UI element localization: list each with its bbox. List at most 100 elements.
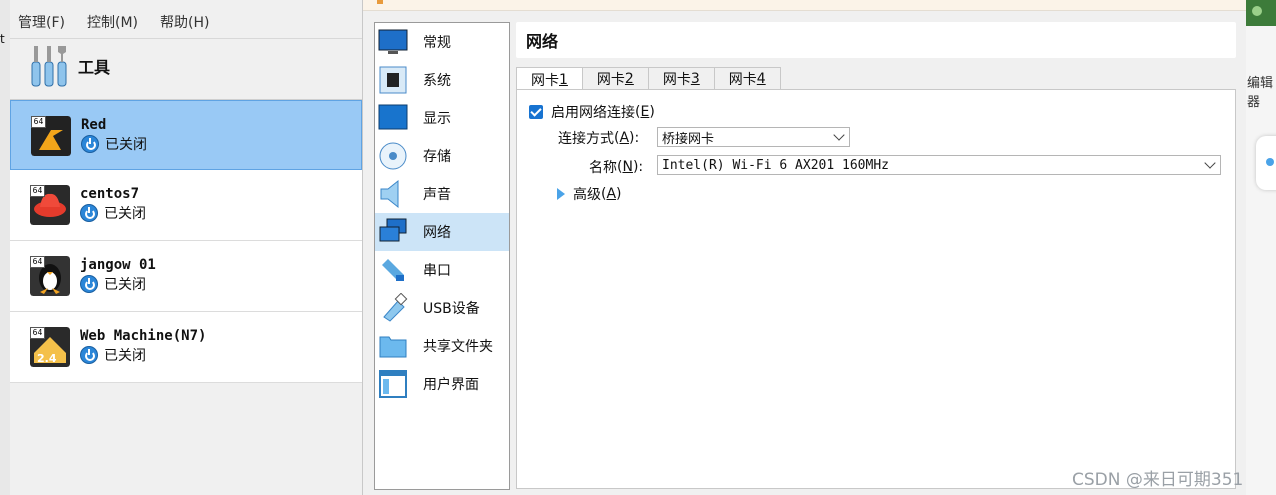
chevron-down-icon xyxy=(1204,157,1216,169)
adapter-name-value: Intel(R) Wi-Fi 6 AX201 160MHz xyxy=(662,157,889,173)
attach-mode-label: 连接方式 xyxy=(558,131,614,147)
category-user-interface[interactable]: 用户界面 xyxy=(375,365,509,403)
adapter-tabs: 网卡 1 网卡 2 网卡 3 网卡 4 xyxy=(516,67,781,91)
tools-icon xyxy=(31,46,67,87)
vm-list: 64 Red 已关闭 64 centos7 已关闭 64 jangow 01 已… xyxy=(10,99,362,383)
category-system[interactable]: 系统 xyxy=(375,61,509,99)
tab-label: 网卡 xyxy=(728,72,757,88)
disk-icon xyxy=(379,142,407,170)
settings-page: 网络 网卡 1 网卡 2 网卡 3 网卡 4 启用网络连接(E) 连接方式(A)… xyxy=(516,22,1236,489)
category-label: 常规 xyxy=(423,35,451,51)
chevron-down-icon xyxy=(833,129,845,141)
enable-network-accel: E xyxy=(640,104,650,120)
tab-accel: 4 xyxy=(756,71,766,87)
attach-mode-value: 桥接网卡 xyxy=(662,131,715,147)
advanced-label: 高级 xyxy=(573,187,601,203)
display-icon xyxy=(378,104,408,130)
tools-item[interactable]: 工具 xyxy=(30,44,110,88)
adapter-name-select[interactable]: Intel(R) Wi-Fi 6 AX201 160MHz xyxy=(657,155,1221,175)
floating-side-button[interactable] xyxy=(1256,136,1276,190)
tab-accel: 2 xyxy=(624,71,634,87)
watermark: CSDN @来日可期351 xyxy=(1072,470,1244,490)
adapter-name-accel: N xyxy=(622,159,633,175)
folder-icon xyxy=(379,336,407,358)
category-label: 串口 xyxy=(423,263,451,279)
advanced-toggle[interactable]: 高级(A) xyxy=(557,184,622,204)
category-label: 声音 xyxy=(423,187,451,203)
power-off-icon xyxy=(80,204,98,222)
category-label: 存储 xyxy=(423,149,451,165)
category-display[interactable]: 显示 xyxy=(375,99,509,137)
network-icon xyxy=(379,218,407,242)
vm-state: 已关闭 xyxy=(80,274,146,294)
tab-accel: 3 xyxy=(690,71,700,87)
vm-name: Web Machine(N7) xyxy=(80,328,207,344)
usb-icon xyxy=(383,293,408,322)
vm-state: 已关闭 xyxy=(81,134,147,154)
tab-accel: 1 xyxy=(559,71,568,88)
tab-adapter-1[interactable]: 网卡 1 xyxy=(516,67,583,91)
expand-arrow-icon xyxy=(557,188,565,200)
menu-manage[interactable]: 管理(F) xyxy=(18,8,65,38)
left-window-edge: t xyxy=(0,0,10,495)
window-icon xyxy=(379,370,407,398)
vm-name: centos7 xyxy=(80,186,140,202)
vm-item-centos7[interactable]: 64 centos7 已关闭 xyxy=(10,170,362,241)
category-storage[interactable]: 存储 xyxy=(375,137,509,175)
settings-dialog: 常规 系统 显示 存储 声音 网络 串口 USB设备 共享文件夹 用户界面 网络… xyxy=(362,0,1247,495)
menu-control[interactable]: 控制(M) xyxy=(87,8,138,38)
settings-category-list: 常规 系统 显示 存储 声音 网络 串口 USB设备 共享文件夹 用户界面 xyxy=(374,22,510,490)
tab-label: 网卡 xyxy=(662,72,691,88)
category-label: 系统 xyxy=(423,73,451,89)
arch-64-badge: 64 xyxy=(30,256,45,268)
category-network[interactable]: 网络 xyxy=(375,213,509,251)
enable-network-row[interactable]: 启用网络连接(E) xyxy=(529,102,655,122)
chip-icon xyxy=(379,66,407,94)
vm-name: Red xyxy=(81,117,107,133)
speaker-icon xyxy=(380,179,399,209)
power-off-icon xyxy=(80,275,98,293)
adapter-panel: 启用网络连接(E) 连接方式(A): 桥接网卡 名称(N): Intel(R) … xyxy=(516,89,1236,489)
menu-separator xyxy=(10,38,362,39)
category-label: 用户界面 xyxy=(423,377,479,393)
attach-mode-row: 连接方式(A): xyxy=(558,130,640,147)
category-usb[interactable]: USB设备 xyxy=(375,289,509,327)
page-title: 网络 xyxy=(516,22,1236,58)
category-label: 网络 xyxy=(423,225,451,241)
arch-64-badge: 64 xyxy=(31,116,46,128)
arch-64-badge: 64 xyxy=(30,185,45,197)
background-window-text: 编辑器 xyxy=(1247,76,1274,110)
vm-item-red[interactable]: 64 Red 已关闭 xyxy=(10,100,362,170)
menu-bar: 管理(F) 控制(M) 帮助(H) xyxy=(0,8,209,38)
vm-state: 已关闭 xyxy=(80,345,146,365)
enable-network-checkbox[interactable] xyxy=(529,105,543,119)
category-label: USB设备 xyxy=(423,301,480,317)
category-serial[interactable]: 串口 xyxy=(375,251,509,289)
attach-mode-select[interactable]: 桥接网卡 xyxy=(657,127,850,147)
dialog-app-icon xyxy=(377,0,383,4)
tab-adapter-2[interactable]: 网卡 2 xyxy=(581,67,649,90)
power-off-icon xyxy=(80,346,98,364)
vm-state-label: 已关闭 xyxy=(104,206,146,222)
category-shared-folders[interactable]: 共享文件夹 xyxy=(375,327,509,365)
monitor-icon xyxy=(378,29,408,54)
power-off-icon xyxy=(81,135,99,153)
tab-label: 网卡 xyxy=(596,72,625,88)
vm-item-web-machine[interactable]: 64 2.4 Web Machine(N7) 已关闭 xyxy=(10,312,362,383)
tab-adapter-3[interactable]: 网卡 3 xyxy=(647,67,715,90)
tab-adapter-4[interactable]: 网卡 4 xyxy=(713,67,781,90)
arch-64-badge: 64 xyxy=(30,327,45,339)
vm-state-label: 已关闭 xyxy=(104,348,146,364)
adapter-name-label: 名称 xyxy=(589,160,617,176)
menu-help[interactable]: 帮助(H) xyxy=(160,8,209,38)
vm-state: 已关闭 xyxy=(80,203,146,223)
vm-state-label: 已关闭 xyxy=(104,277,146,293)
enable-network-label: 启用网络连接 xyxy=(551,105,635,121)
dialog-titlebar xyxy=(363,0,1247,11)
vm-item-jangow[interactable]: 64 jangow 01 已关闭 xyxy=(10,241,362,312)
category-general[interactable]: 常规 xyxy=(375,23,509,61)
vm-state-label: 已关闭 xyxy=(105,137,147,153)
tab-label: 网卡 xyxy=(531,72,559,89)
category-label: 显示 xyxy=(423,111,451,127)
category-audio[interactable]: 声音 xyxy=(375,175,509,213)
